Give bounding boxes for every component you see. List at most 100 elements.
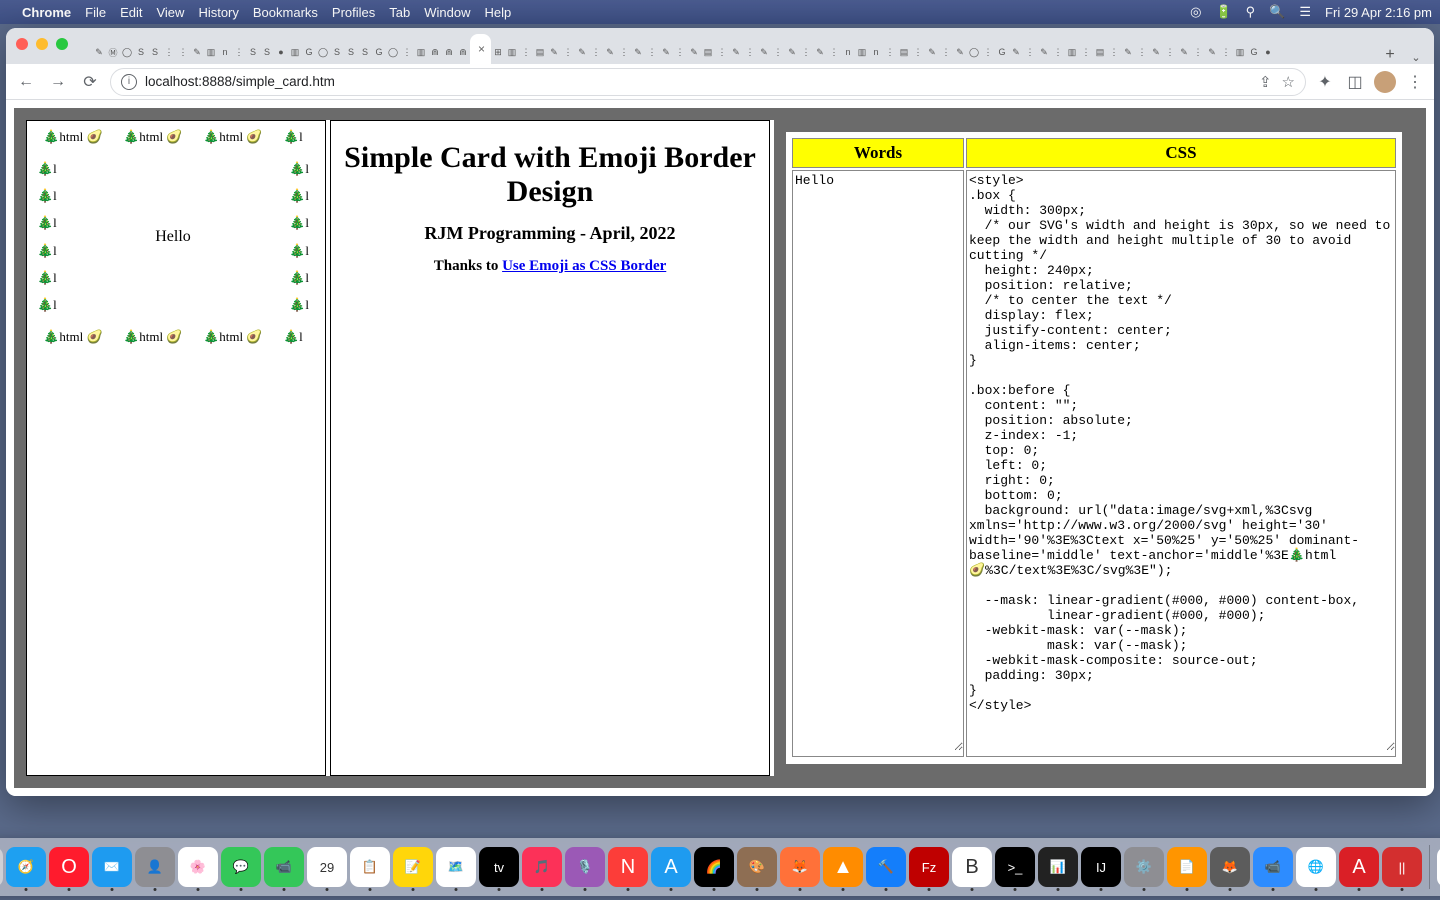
dock-contacts[interactable]: 👤 <box>135 847 175 887</box>
background-tab[interactable]: ⋮ <box>1024 40 1036 64</box>
dock-tv[interactable]: tv <box>479 847 519 887</box>
dock-news[interactable]: N <box>608 847 648 887</box>
background-tab[interactable]: ⋮ <box>401 40 413 64</box>
background-tab[interactable]: S <box>261 40 273 64</box>
dock-bold[interactable]: B <box>952 847 992 887</box>
background-tab[interactable]: ⋮ <box>1052 40 1064 64</box>
background-tab[interactable]: ✎ <box>688 40 700 64</box>
background-tab[interactable]: ✎ <box>1178 40 1190 64</box>
background-tab[interactable]: ⋮ <box>646 40 658 64</box>
background-tab[interactable]: ✎ <box>1122 40 1134 64</box>
background-tab[interactable]: ▥ <box>856 40 868 64</box>
background-tab[interactable]: ⊞ <box>492 40 504 64</box>
dock-reminders[interactable]: 📋 <box>350 847 390 887</box>
background-tab[interactable]: ✎ <box>604 40 616 64</box>
background-tab[interactable]: ✎ <box>1010 40 1022 64</box>
extensions-icon[interactable]: ✦ <box>1314 72 1336 92</box>
background-tab[interactable]: Ⓜ <box>107 40 119 64</box>
background-tab[interactable]: ▤ <box>702 40 714 64</box>
background-tab[interactable]: ▤ <box>898 40 910 64</box>
background-tab[interactable]: ⋮ <box>772 40 784 64</box>
background-tab[interactable]: ⋮ <box>674 40 686 64</box>
dock-palette[interactable]: 🎨 <box>737 847 777 887</box>
menu-bookmarks[interactable]: Bookmarks <box>253 5 318 20</box>
new-tab-button[interactable]: + <box>1376 46 1404 64</box>
dock-parallels[interactable]: || <box>1382 847 1422 887</box>
background-tab[interactable]: ⋮ <box>912 40 924 64</box>
dock-music[interactable]: 🎵 <box>522 847 562 887</box>
dock-mail[interactable]: ✉️ <box>92 847 132 887</box>
background-tab[interactable]: ✎ <box>191 40 203 64</box>
background-tab[interactable]: ✎ <box>632 40 644 64</box>
menu-history[interactable]: History <box>198 5 238 20</box>
spotlight-icon[interactable]: 🔍 <box>1269 4 1285 20</box>
dock-calendar[interactable]: 29 <box>307 847 347 887</box>
menu-profiles[interactable]: Profiles <box>332 5 375 20</box>
background-tab[interactable]: ✎ <box>1206 40 1218 64</box>
background-tab[interactable]: ⋮ <box>800 40 812 64</box>
background-tab[interactable]: S <box>149 40 161 64</box>
background-tab[interactable]: ⋒ <box>443 40 455 64</box>
dock-pages[interactable]: 📄 <box>1167 847 1207 887</box>
background-tab[interactable]: G <box>1248 40 1260 64</box>
background-tab[interactable]: ◯ <box>121 40 133 64</box>
background-tab[interactable]: ✎ <box>1038 40 1050 64</box>
background-tab[interactable]: ▥ <box>1066 40 1078 64</box>
background-tab[interactable]: ◯ <box>387 40 399 64</box>
background-tab[interactable]: ▤ <box>534 40 546 64</box>
background-tab[interactable]: ⋮ <box>1108 40 1120 64</box>
background-tab[interactable]: S <box>247 40 259 64</box>
background-tab[interactable]: n <box>870 40 882 64</box>
background-tab[interactable]: ⋒ <box>457 40 469 64</box>
wifi-icon[interactable]: ⚲ <box>1246 4 1256 20</box>
background-tab[interactable]: S <box>331 40 343 64</box>
dock-firefox[interactable]: 🦊 <box>780 847 820 887</box>
site-info-icon[interactable]: i <box>121 74 137 90</box>
background-tab[interactable]: ● <box>1262 40 1274 64</box>
background-tab[interactable]: ✎ <box>786 40 798 64</box>
background-tab[interactable]: ⋮ <box>884 40 896 64</box>
background-tab[interactable]: ◯ <box>968 40 980 64</box>
background-tab[interactable]: ▤ <box>1094 40 1106 64</box>
dock-photos[interactable]: 🌸 <box>178 847 218 887</box>
background-tab[interactable]: S <box>359 40 371 64</box>
background-tab[interactable]: ✎ <box>730 40 742 64</box>
menu-window[interactable]: Window <box>424 5 470 20</box>
background-tab[interactable]: G <box>373 40 385 64</box>
back-button[interactable]: ← <box>14 73 38 91</box>
control-center-icon[interactable]: ☰ <box>1299 4 1311 20</box>
dock-maps[interactable]: 🗺️ <box>436 847 476 887</box>
background-tab[interactable]: ✎ <box>1150 40 1162 64</box>
background-tab[interactable]: ⋮ <box>163 40 175 64</box>
background-tab[interactable]: ⋮ <box>590 40 602 64</box>
background-tab[interactable]: ⋮ <box>1164 40 1176 64</box>
background-tab[interactable]: ▥ <box>289 40 301 64</box>
dock-opera[interactable]: O <box>49 847 89 887</box>
app-menu[interactable]: Chrome <box>22 5 71 20</box>
chrome-menu-icon[interactable]: ⋮ <box>1404 72 1426 92</box>
dock-safari[interactable]: 🧭 <box>6 847 46 887</box>
background-tab[interactable]: S <box>135 40 147 64</box>
background-tab[interactable]: ✎ <box>954 40 966 64</box>
tabs-dropdown-button[interactable]: ⌄ <box>1404 51 1428 64</box>
dock-chrome[interactable]: 🌐 <box>1296 847 1336 887</box>
profile-avatar[interactable] <box>1374 71 1396 93</box>
menu-edit[interactable]: Edit <box>120 5 142 20</box>
battery-icon[interactable]: 🔋 <box>1215 4 1231 20</box>
dock-notes[interactable]: 📝 <box>393 847 433 887</box>
background-tab[interactable]: ✎ <box>758 40 770 64</box>
background-tab[interactable]: G <box>996 40 1008 64</box>
menu-tab[interactable]: Tab <box>389 5 410 20</box>
recording-icon[interactable]: ◎ <box>1190 4 1201 20</box>
menu-help[interactable]: Help <box>485 5 512 20</box>
background-tab[interactable]: ✎ <box>814 40 826 64</box>
dock-podcasts[interactable]: 🎙️ <box>565 847 605 887</box>
background-tab[interactable]: ⋮ <box>233 40 245 64</box>
background-tab[interactable]: ⋮ <box>940 40 952 64</box>
css-textarea[interactable] <box>967 171 1395 751</box>
dock-gimp[interactable]: 🦊 <box>1210 847 1250 887</box>
clock[interactable]: Fri 29 Apr 2:16 pm <box>1325 5 1432 20</box>
background-tab[interactable]: ▥ <box>1234 40 1246 64</box>
background-tab[interactable]: ⋮ <box>562 40 574 64</box>
background-tab[interactable]: ⋮ <box>520 40 532 64</box>
